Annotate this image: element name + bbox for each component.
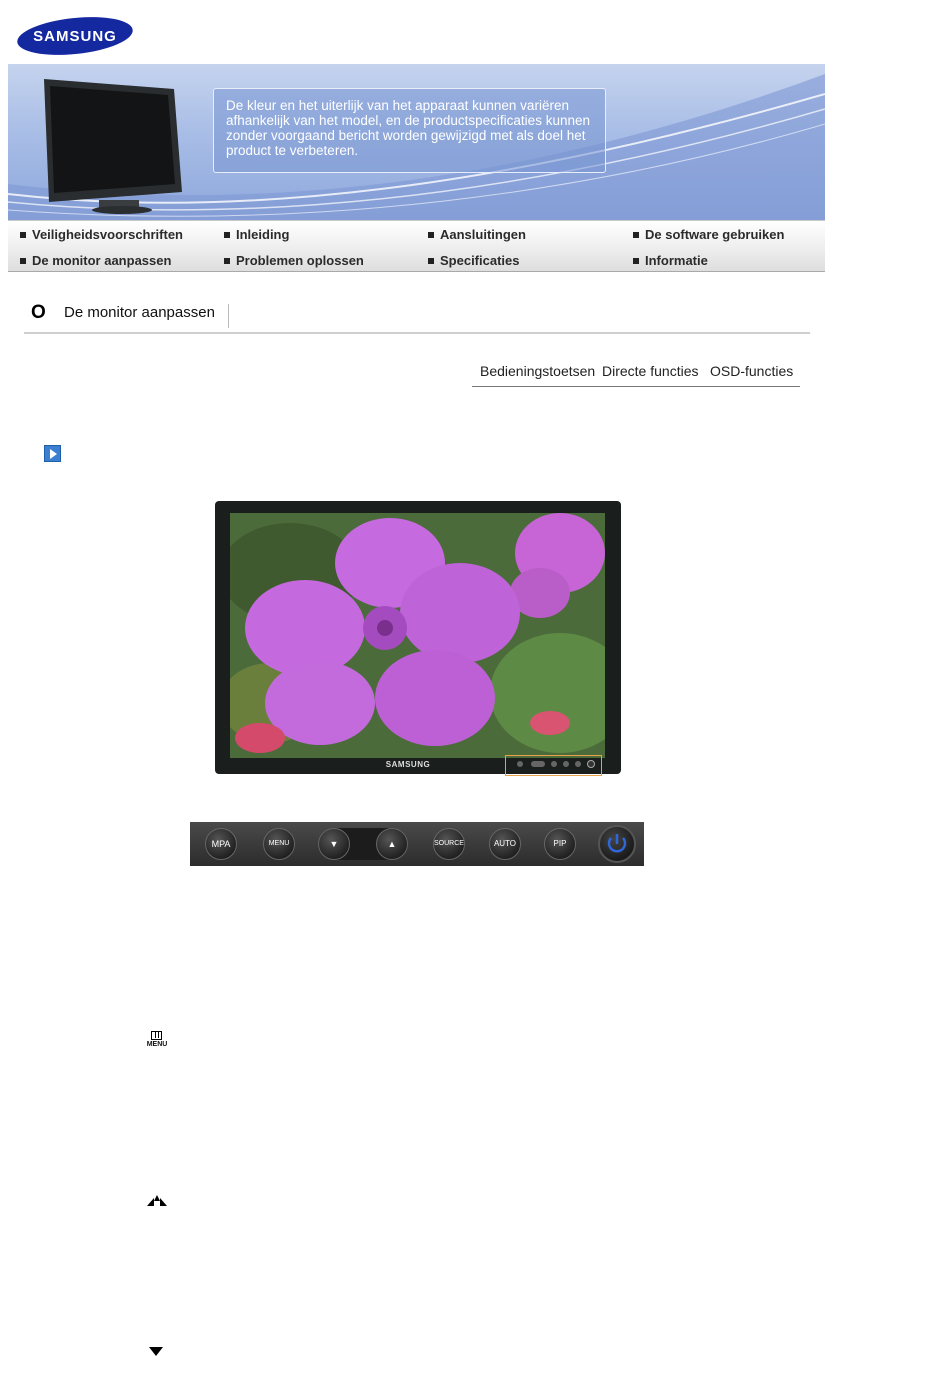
menu-icon: MENU [145, 1031, 169, 1051]
down-arrow-icon [149, 1347, 163, 1356]
samsung-logo: SAMSUNG [16, 16, 134, 56]
monitor-power-dot [587, 760, 595, 768]
nav-item-inleiding[interactable]: Inleiding [222, 226, 289, 244]
monitor-button-dot [517, 761, 523, 767]
page-title: De monitor aanpassen [64, 304, 215, 321]
play-icon[interactable] [44, 445, 61, 462]
pip-button[interactable]: PIP [544, 828, 576, 860]
tab-directe-functies[interactable]: Directe functies [602, 363, 698, 379]
samsung-logo-icon: SAMSUNG [17, 17, 133, 55]
mpa-icon [147, 1195, 167, 1206]
power-button[interactable] [598, 825, 636, 863]
menu-button[interactable]: MENU [263, 828, 295, 860]
power-icon [607, 834, 627, 853]
up-brightness-button[interactable]: ▲ [376, 828, 408, 860]
tab-osd-functies[interactable]: OSD-functies [710, 363, 793, 379]
product-notice: De kleur en het uiterlijk van het appara… [213, 88, 606, 173]
adjust-button-pair: ▼ ▲ [318, 828, 408, 860]
sub-tabs: Bedieningstoetsen Directe functies OSD-f… [472, 358, 800, 387]
notice-text: De kleur en het uiterlijk van het appara… [226, 98, 590, 158]
down-arrow-icon: ▼ [329, 839, 339, 849]
auto-button[interactable]: AUTO [489, 828, 521, 860]
section-header: O De monitor aanpassen [24, 296, 810, 334]
source-button[interactable]: SOURCE [433, 828, 465, 860]
monitor-button-dot [551, 761, 557, 767]
menu-icon-label: MENU [146, 1041, 168, 1048]
section-bullet: O [31, 302, 46, 323]
nav-item-specificaties[interactable]: Specificaties [426, 252, 520, 270]
nav-item-informatie[interactable]: Informatie [631, 252, 708, 270]
monitor-front-photo: SAMSUNG [215, 501, 621, 776]
logo-text: SAMSUNG [33, 28, 117, 45]
title-divider [228, 304, 229, 328]
monitor-button-dot [563, 761, 569, 767]
control-button-strip: MPA MENU ▼ ▲ SOURCE AUTO PIP [190, 822, 644, 866]
menu-button-label: MENU [268, 840, 290, 847]
flower-image [230, 513, 605, 758]
nav-item-problemen-oplossen[interactable]: Problemen oplossen [222, 252, 364, 270]
nav-item-aansluitingen[interactable]: Aansluitingen [426, 226, 526, 244]
header-banner: De kleur en het uiterlijk van het appara… [8, 64, 825, 220]
monitor-image [44, 79, 182, 214]
nav-item-monitor-aanpassen[interactable]: De monitor aanpassen [18, 252, 171, 270]
nav-item-software[interactable]: De software gebruiken [631, 226, 784, 244]
nav-item-veiligheidsvoorschriften[interactable]: Veiligheidsvoorschriften [18, 226, 183, 244]
up-arrow-icon: ▲ [387, 839, 397, 849]
down-brightness-button[interactable]: ▼ [318, 828, 350, 860]
monitor-screen [230, 513, 605, 758]
monitor-button-dot [531, 761, 545, 767]
menu-icon-glyph [151, 1031, 162, 1040]
monitor-button-dot [575, 761, 581, 767]
source-button-label: SOURCE [434, 840, 464, 847]
tab-bedieningstoetsen[interactable]: Bedieningstoetsen [480, 363, 595, 379]
main-nav: Veiligheidsvoorschriften Inleiding Aansl… [8, 220, 825, 272]
mpa-button[interactable]: MPA [205, 828, 237, 860]
